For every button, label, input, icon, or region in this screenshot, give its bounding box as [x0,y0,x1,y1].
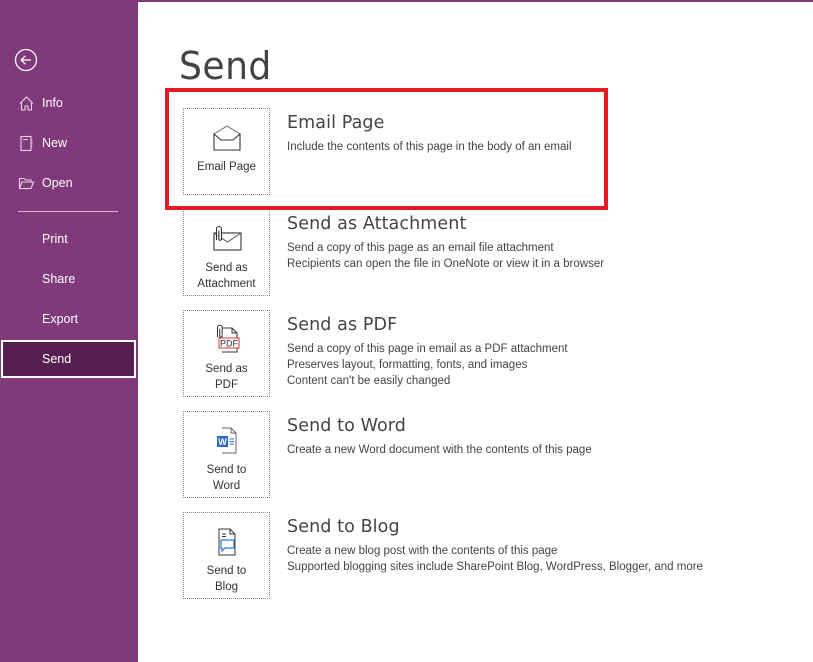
option-description: Create a new Word document with the cont… [287,442,592,458]
tile-label: Send as PDF [205,363,248,391]
option-send-to-blog: Send to Blog Send to Blog Create a new b… [183,512,783,600]
sidebar-item-label: Info [42,96,63,110]
option-title: Email Page [287,113,385,133]
back-button[interactable] [14,48,38,72]
pdf-attachment-icon: PDF [209,323,245,357]
blog-post-icon [209,525,245,559]
envelope-open-icon [209,121,245,155]
home-icon [17,94,35,112]
description-line: Content can't be easily changed [287,375,451,387]
sidebar-item-share[interactable]: Share [0,260,138,298]
description-line: Preserves layout, formatting, fonts, and… [287,359,528,371]
word-icon-text: W [218,437,227,447]
tile-label: Send as Attachment [197,262,256,290]
page-title: Send [179,44,272,88]
sidebar-item-label: Share [42,272,76,286]
send-to-blog-button[interactable]: Send to Blog [183,512,270,599]
pdf-icon-text: PDF [220,339,239,349]
sidebar-item-send[interactable]: Send [1,340,136,378]
description-line: Create a new blog post with the contents… [287,545,558,557]
option-send-as-pdf: PDF Send as PDF Send as PDF Send a copy … [183,310,783,398]
description-line: Send a copy of this page as an email fil… [287,242,554,254]
option-title: Send as Attachment [287,214,467,234]
option-description: Create a new blog post with the contents… [287,543,703,575]
option-title: Send to Word [287,416,406,436]
option-description: Include the contents of this page in the… [287,139,572,155]
sidebar-item-new[interactable]: New [0,124,138,162]
option-title: Send to Blog [287,517,400,537]
email-page-button[interactable]: Email Page [183,108,270,195]
back-arrow-circle-icon [14,48,38,72]
sidebar-item-info[interactable]: Info [0,84,138,122]
option-send-to-word: W Send to Word Send to Word Create a new… [183,411,783,499]
backstage-sidebar: Info New Open Print Share Export Send [0,0,138,662]
description-line: Send a copy of this page in email as a P… [287,343,568,355]
notebook-icon [17,134,35,152]
sidebar-divider [18,211,118,212]
sidebar-item-label: Print [42,232,68,246]
description-line: Create a new Word document with the cont… [287,444,592,456]
sidebar-item-print[interactable]: Print [0,220,138,258]
sidebar-item-label: Open [42,176,73,190]
sidebar-item-export[interactable]: Export [0,300,138,338]
option-email-page: Email Page Email Page Include the conten… [183,108,783,196]
send-as-pdf-button[interactable]: PDF Send as PDF [183,310,270,397]
option-send-as-attachment: Send as Attachment Send as Attachment Se… [183,209,783,297]
option-title: Send as PDF [287,315,398,335]
sidebar-item-label: New [42,136,68,150]
description-line: Recipients can open the file in OneNote … [287,258,605,270]
envelope-attachment-icon [209,222,245,256]
sidebar-item-open[interactable]: Open [0,164,138,202]
description-line: Include the contents of this page in the… [287,141,572,153]
description-line: Supported blogging sites include SharePo… [287,561,703,573]
tile-label: Send to Word [206,464,247,492]
sidebar-item-label: Export [42,312,79,326]
option-description: Send a copy of this page in email as a P… [287,341,568,389]
send-panel: Send Email Page Email Page Include the c… [138,0,813,662]
option-description: Send a copy of this page as an email fil… [287,240,604,272]
tile-label: Send to Blog [206,565,247,593]
send-as-attachment-button[interactable]: Send as Attachment [183,209,270,296]
send-to-word-button[interactable]: W Send to Word [183,411,270,498]
folder-open-icon [17,174,35,192]
tile-label: Email Page [197,161,256,173]
word-document-icon: W [209,424,245,458]
sidebar-item-label: Send [42,352,72,366]
